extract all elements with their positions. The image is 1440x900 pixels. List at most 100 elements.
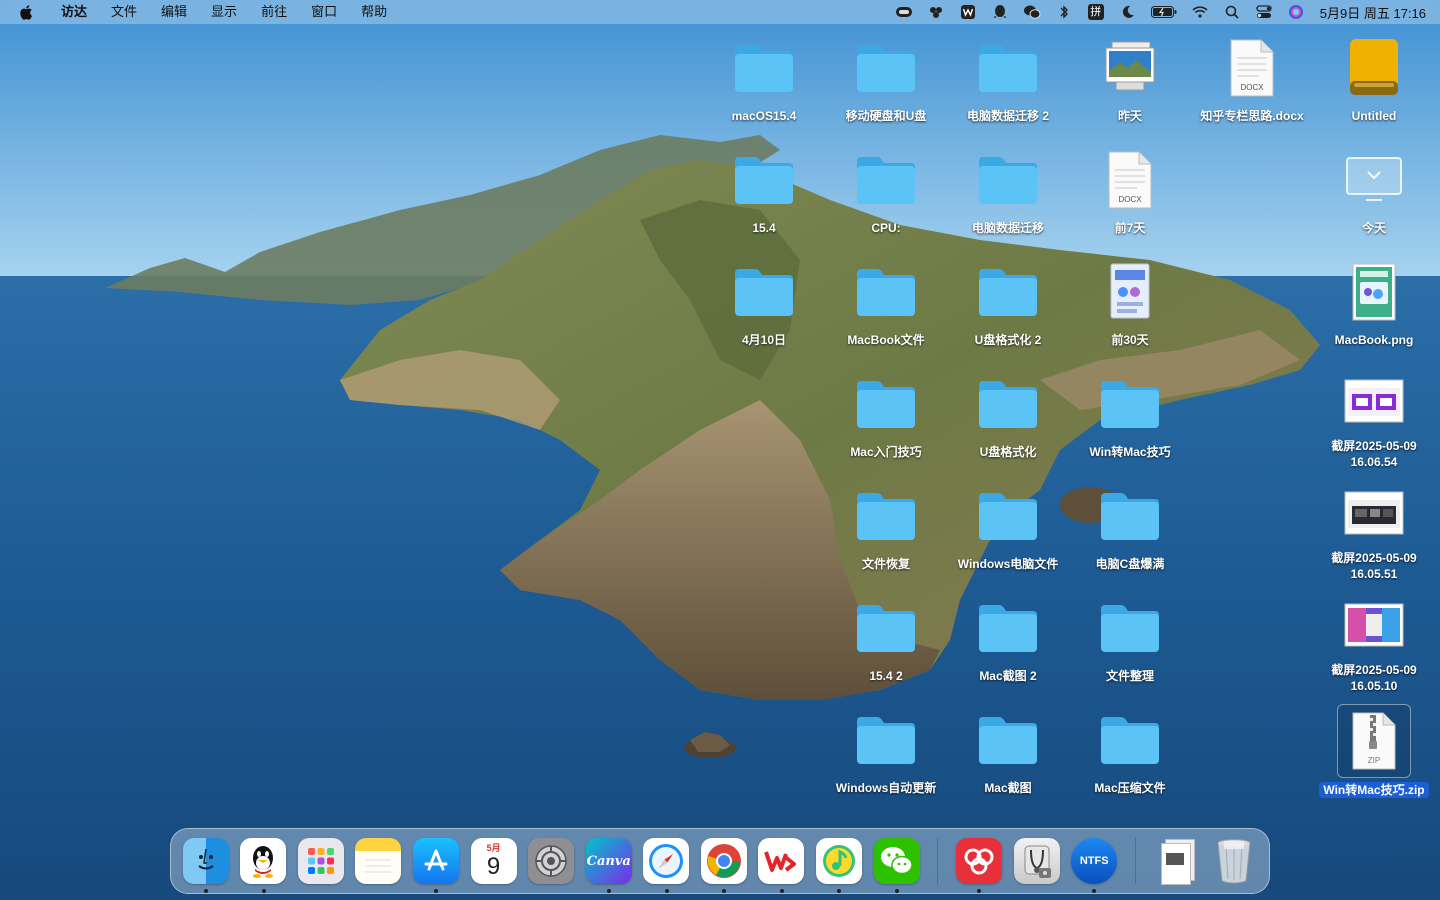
running-indicator [606, 889, 611, 893]
apple-menu-icon[interactable] [19, 4, 35, 20]
dock-wps[interactable] [756, 835, 808, 893]
desktop-item[interactable]: Mac入门技巧 [828, 366, 944, 470]
ntfs-icon[interactable] [895, 3, 913, 21]
dock-disk-utility[interactable] [1011, 835, 1063, 887]
focus-moon-icon[interactable] [1119, 3, 1137, 21]
desktop-item[interactable]: 前30天 [1072, 254, 1188, 358]
desktop-item[interactable]: Windows自动更新 [828, 702, 944, 806]
running-indicator [837, 889, 842, 893]
document-icon: DOCX [1216, 32, 1288, 104]
desktop-item[interactable]: 截屏2025-05-09 16.06.54 [1316, 366, 1432, 470]
desktop-item[interactable]: MacBook文件 [828, 254, 944, 358]
svg-text:DOCX: DOCX [1118, 195, 1142, 204]
desktop-item[interactable]: DOCX 前7天 [1072, 142, 1188, 246]
desktop-item[interactable]: DOCX 知乎专栏思路.docx [1194, 30, 1310, 134]
dock-document-stack[interactable] [1151, 835, 1203, 887]
dock-calendar[interactable]: 5月 9 [468, 835, 520, 887]
desktop-item[interactable]: 电脑数据迁移 2 [950, 30, 1066, 134]
desktop-item-label: 电脑C盘爆满 [1095, 557, 1165, 571]
dock-chrome[interactable] [698, 835, 750, 893]
desktop-item-label: U盘格式化 2 [974, 333, 1042, 347]
dock-safari[interactable] [641, 835, 693, 893]
desktop-item[interactable]: 文件恢复 [828, 478, 944, 582]
svg-text:ZIP: ZIP [1368, 756, 1380, 765]
document-stack-icon [1157, 837, 1197, 885]
desktop-item[interactable]: Win转Mac技巧 [1072, 366, 1188, 470]
desktop-item[interactable]: Mac截图 2 [950, 590, 1066, 694]
desktop-item-label: 文件恢复 [861, 557, 910, 571]
folder-icon [850, 368, 922, 440]
running-indicator [434, 889, 439, 893]
desktop-item[interactable]: 15.4 2 [828, 590, 944, 694]
desktop-item[interactable]: 移动硬盘和U盘 [828, 30, 944, 134]
baidu-netdisk-icon[interactable] [927, 3, 945, 21]
wifi-icon[interactable] [1191, 3, 1209, 21]
siri-icon[interactable] [1287, 3, 1305, 21]
menu-go[interactable]: 前往 [249, 0, 299, 24]
menubar-clock[interactable]: 5月9日 周五 17:16 [1312, 3, 1440, 22]
qq-icon[interactable] [991, 3, 1009, 21]
desktop-item[interactable]: Mac压缩文件 [1072, 702, 1188, 806]
dock-launchpad[interactable] [295, 835, 347, 887]
running-indicator [779, 889, 784, 893]
desktop-item[interactable]: CPU: [828, 142, 944, 246]
menu-window[interactable]: 窗口 [299, 0, 349, 24]
desktop-item-label: macOS15.4 [731, 109, 797, 123]
input-method-icon[interactable]: 拼 [1087, 3, 1105, 21]
image-stack-icon [1094, 32, 1166, 104]
desktop-item[interactable]: 4月10日 [706, 254, 822, 358]
desktop-item[interactable]: 截屏2025-05-09 16.05.51 [1316, 478, 1432, 582]
desktop-item[interactable]: MacBook.png [1316, 254, 1432, 358]
folder-icon [972, 704, 1044, 776]
dock-qq-music[interactable] [813, 835, 865, 893]
dock-system-settings[interactable] [525, 835, 577, 887]
desktop-item[interactable]: 今天 [1316, 142, 1432, 246]
finder-icon [182, 838, 229, 884]
bluetooth-icon[interactable] [1055, 3, 1073, 21]
running-indicator [977, 889, 982, 893]
wechat-icon [873, 838, 920, 884]
desktop-item[interactable]: 文件整理 [1072, 590, 1188, 694]
notes-icon [355, 838, 402, 884]
dock-wechat[interactable] [871, 835, 923, 893]
running-indicator [204, 889, 208, 893]
desktop-item-label: Win转Mac技巧.zip [1319, 782, 1429, 798]
desktop-item-label: 截屏2025-05-09 16.05.51 [1331, 551, 1417, 581]
spotlight-icon[interactable] [1223, 3, 1241, 21]
desktop-item[interactable]: Mac截图 [950, 702, 1066, 806]
qq-music-icon [815, 838, 862, 884]
desktop-item[interactable]: 截屏2025-05-09 16.05.10 [1316, 590, 1432, 694]
dock-baidu-netdisk[interactable] [953, 835, 1005, 893]
menu-view[interactable]: 显示 [199, 0, 249, 24]
desktop-item-label: 前7天 [1114, 221, 1146, 235]
desktop-item[interactable]: 昨天 [1072, 30, 1188, 134]
desktop-item[interactable]: Untitled [1316, 30, 1432, 134]
desktop-item[interactable]: U盘格式化 2 [950, 254, 1066, 358]
dock-canva[interactable]: Canva [583, 835, 635, 893]
calendar-icon: 5月 9 [470, 838, 517, 884]
dock-qq[interactable] [238, 835, 290, 893]
battery-icon[interactable] [1150, 3, 1177, 21]
desktop-item[interactable]: 15.4 [706, 142, 822, 246]
wechat-icon[interactable] [1023, 3, 1041, 21]
screenshot-icon [1338, 368, 1410, 434]
dock-trash[interactable] [1209, 835, 1261, 887]
wps-icon[interactable] [959, 3, 977, 21]
dock-notes[interactable] [353, 835, 405, 887]
desktop-item[interactable]: Windows电脑文件 [950, 478, 1066, 582]
dock-app-store[interactable] [410, 835, 462, 893]
dock-finder[interactable] [180, 835, 232, 893]
control-center-icon[interactable] [1255, 3, 1273, 21]
desktop-item[interactable]: 电脑C盘爆满 [1072, 478, 1188, 582]
dock-ntfs[interactable]: NTFS [1068, 835, 1120, 893]
menu-finder[interactable]: 访达 [49, 0, 99, 24]
desktop-item[interactable]: U盘格式化 [950, 366, 1066, 470]
menu-file[interactable]: 文件 [99, 0, 149, 24]
desktop-item[interactable]: ZIP Win转Mac技巧.zip [1316, 702, 1432, 806]
desktop-item-label: 今天 [1361, 221, 1386, 235]
desktop-item[interactable]: macOS15.4 [706, 30, 822, 134]
desktop-item[interactable]: 电脑数据迁移 [950, 142, 1066, 246]
screen-stack-icon [1338, 144, 1410, 216]
menu-edit[interactable]: 编辑 [149, 0, 199, 24]
menu-help[interactable]: 帮助 [349, 0, 399, 24]
